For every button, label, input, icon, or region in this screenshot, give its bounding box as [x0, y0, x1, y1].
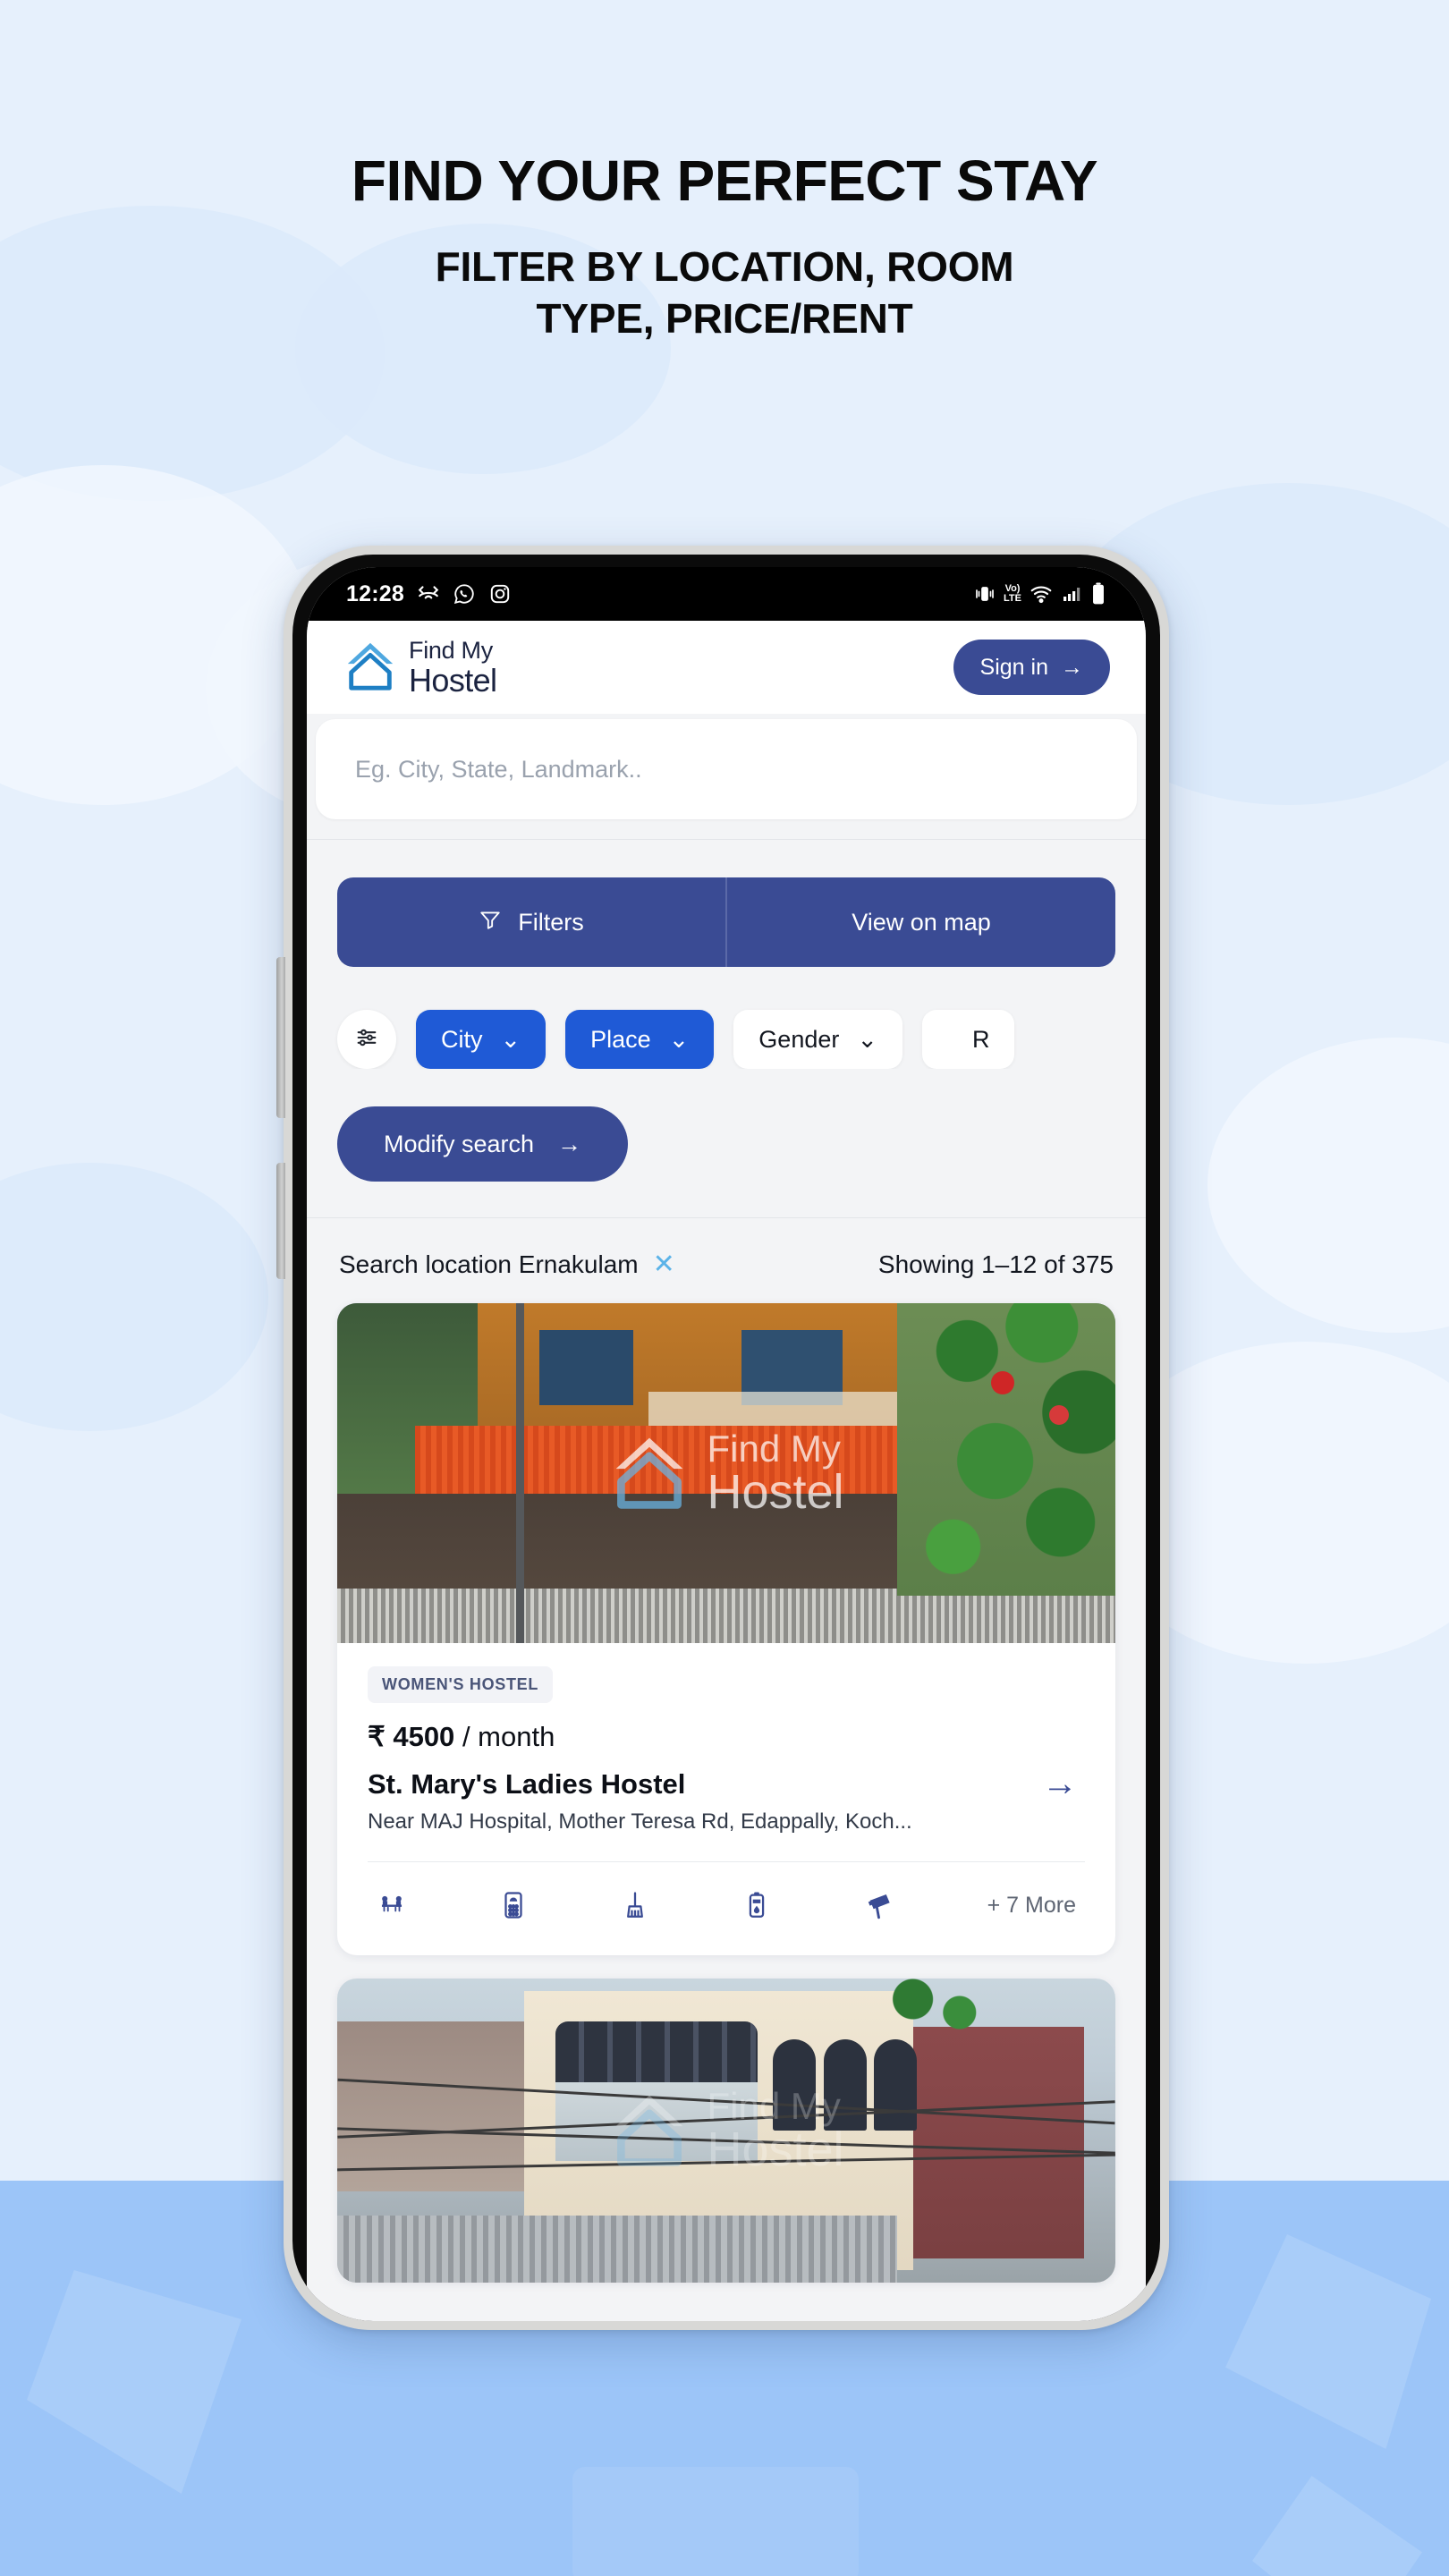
filters-label: Filters [518, 908, 584, 936]
listing-price-amount: ₹ 4500 [368, 1721, 455, 1752]
arrow-right-icon: → [1061, 654, 1083, 680]
housekeeping-broom-icon [620, 1890, 650, 1920]
cloud-shape [0, 1163, 268, 1431]
sign-in-label: Sign in [979, 654, 1048, 680]
search-location-chip: Search location Ernakulam ✕ [339, 1249, 675, 1280]
search-input-placeholder: Eg. City, State, Landmark.. [355, 755, 642, 783]
app-logo-line-1: Find My [409, 636, 493, 664]
filter-chip-truncated[interactable]: R [921, 1010, 1015, 1069]
modify-search-button[interactable]: Modify search → [337, 1106, 629, 1182]
promo-text-block: FIND YOUR PERFECT STAY FILTER BY LOCATIO… [0, 152, 1449, 344]
volte-icon: Vo) LTE [1004, 584, 1021, 604]
listing-title-row: St. Mary's Ladies Hostel → [368, 1764, 1085, 1804]
listing-price: ₹ 4500 / month [368, 1721, 1085, 1753]
decor-polygon [572, 2467, 859, 2576]
search-section: Eg. City, State, Landmark.. [307, 714, 1146, 840]
decor-polygon [1252, 2476, 1422, 2576]
view-on-map-label: View on map [852, 908, 991, 936]
view-on-map-button[interactable]: View on map [727, 877, 1115, 967]
status-bar-right: Vo) LTE [974, 582, 1106, 606]
status-bar-left: 12:28 [346, 581, 512, 607]
promo-subheadline-line-1: FILTER BY LOCATION, ROOM [435, 243, 1014, 290]
status-bar: 12:28 Vo) LTE [307, 567, 1146, 621]
app-logo-line-2: Hostel [409, 661, 497, 699]
modify-search-row: Modify search → [307, 1069, 1146, 1182]
listing-amenities: + 7 More [368, 1862, 1085, 1955]
listing-name: St. Mary's Ladies Hostel [368, 1767, 686, 1800]
chevron-down-icon: ⌄ [668, 1025, 690, 1053]
battery-icon [1090, 582, 1106, 606]
sliders-icon [354, 1025, 379, 1055]
chevron-down-icon: ⌄ [857, 1025, 877, 1053]
filter-chip-gender-label: Gender [758, 1025, 840, 1053]
search-input[interactable]: Eg. City, State, Landmark.. [316, 719, 1137, 819]
listing-badge: WOMEN'S HOSTEL [368, 1666, 554, 1703]
action-bar: Filters View on map [307, 840, 1146, 967]
listing-card[interactable]: Find My Hostel WOMEN'S HOSTEL ₹ 4500 / m… [337, 1303, 1115, 1955]
status-bar-clock: 12:28 [346, 580, 404, 606]
wifi-icon [1030, 582, 1053, 606]
filter-chip-city[interactable]: City ⌄ [416, 1010, 547, 1069]
filter-chip-place-label: Place [590, 1025, 651, 1053]
missed-call-icon [417, 582, 440, 606]
listing-photo: Find My Hostel [337, 1303, 1115, 1643]
filter-chip-truncated-label: R [971, 1025, 990, 1053]
listing-price-period: / month [462, 1721, 555, 1752]
results-count-label: Showing 1–12 of 375 [877, 1250, 1114, 1278]
promo-headline: FIND YOUR PERFECT STAY [351, 148, 1098, 213]
promo-subheadline: FILTER BY LOCATION, ROOM TYPE, PRICE/REN… [0, 242, 1449, 344]
water-purifier-icon [741, 1890, 772, 1920]
decor-polygon [1225, 2234, 1431, 2449]
decor-polygon [27, 2270, 242, 2494]
listing-details: WOMEN'S HOSTEL ₹ 4500 / month St. Mary's… [337, 1643, 1115, 1955]
promo-subheadline-line-2: TYPE, PRICE/RENT [536, 294, 913, 342]
listing-photo: Find My Hostel [337, 1979, 1115, 2283]
phone-volume-button[interactable] [276, 957, 285, 1118]
search-location-label: Search location Ernakulam [339, 1250, 639, 1278]
vibrate-icon [974, 583, 996, 605]
funnel-icon [479, 908, 502, 937]
volte-icon-bottom: LTE [1004, 593, 1021, 604]
listing-more-amenities-label[interactable]: + 7 More [987, 1893, 1076, 1919]
filters-button[interactable]: Filters [337, 877, 725, 967]
cctv-camera-icon [864, 1889, 896, 1921]
arrow-right-icon: → [557, 1130, 582, 1157]
phone-bezel: 12:28 Vo) LTE Find My Hostel Sign in → E… [292, 555, 1160, 2321]
whatsapp-icon [453, 582, 476, 606]
app-header: Find My Hostel Sign in → [307, 621, 1146, 714]
intercom-icon [498, 1890, 529, 1920]
cloud-shape [1208, 1038, 1449, 1333]
filter-chip-city-label: City [441, 1025, 483, 1053]
signal-icon [1061, 583, 1082, 605]
listing-address: Near MAJ Hospital, Mother Teresa Rd, Eda… [368, 1809, 912, 1834]
phone-mockup: 12:28 Vo) LTE Find My Hostel Sign in → E… [276, 546, 1169, 2330]
app-logo-text: Find My Hostel [409, 636, 497, 699]
chevron-down-icon: ⌄ [500, 1025, 521, 1053]
listing-card[interactable]: Find My Hostel [337, 1979, 1115, 2283]
filter-chip-place[interactable]: Place ⌄ [565, 1010, 715, 1069]
filter-chip-gender[interactable]: Gender ⌄ [733, 1010, 902, 1069]
results-meta: Search location Ernakulam ✕ Showing 1–12… [307, 1218, 1146, 1280]
phone-power-button[interactable] [276, 1163, 285, 1279]
filter-chip-row[interactable]: City ⌄ Place ⌄ Gender ⌄ R [307, 967, 1146, 1069]
action-bar-group: Filters View on map [337, 877, 1115, 967]
instagram-icon [488, 582, 512, 606]
home-logo-icon [343, 638, 398, 698]
modify-search-label: Modify search [384, 1130, 535, 1157]
listing-open-arrow-icon[interactable]: → [1042, 1764, 1085, 1804]
clear-location-icon[interactable]: ✕ [653, 1249, 675, 1280]
filter-settings-button[interactable] [337, 1010, 396, 1069]
sign-in-button[interactable]: Sign in → [953, 640, 1110, 695]
app-logo[interactable]: Find My Hostel [343, 636, 497, 699]
dining-table-icon [377, 1890, 407, 1920]
phone-screen: 12:28 Vo) LTE Find My Hostel Sign in → E… [307, 567, 1146, 2321]
